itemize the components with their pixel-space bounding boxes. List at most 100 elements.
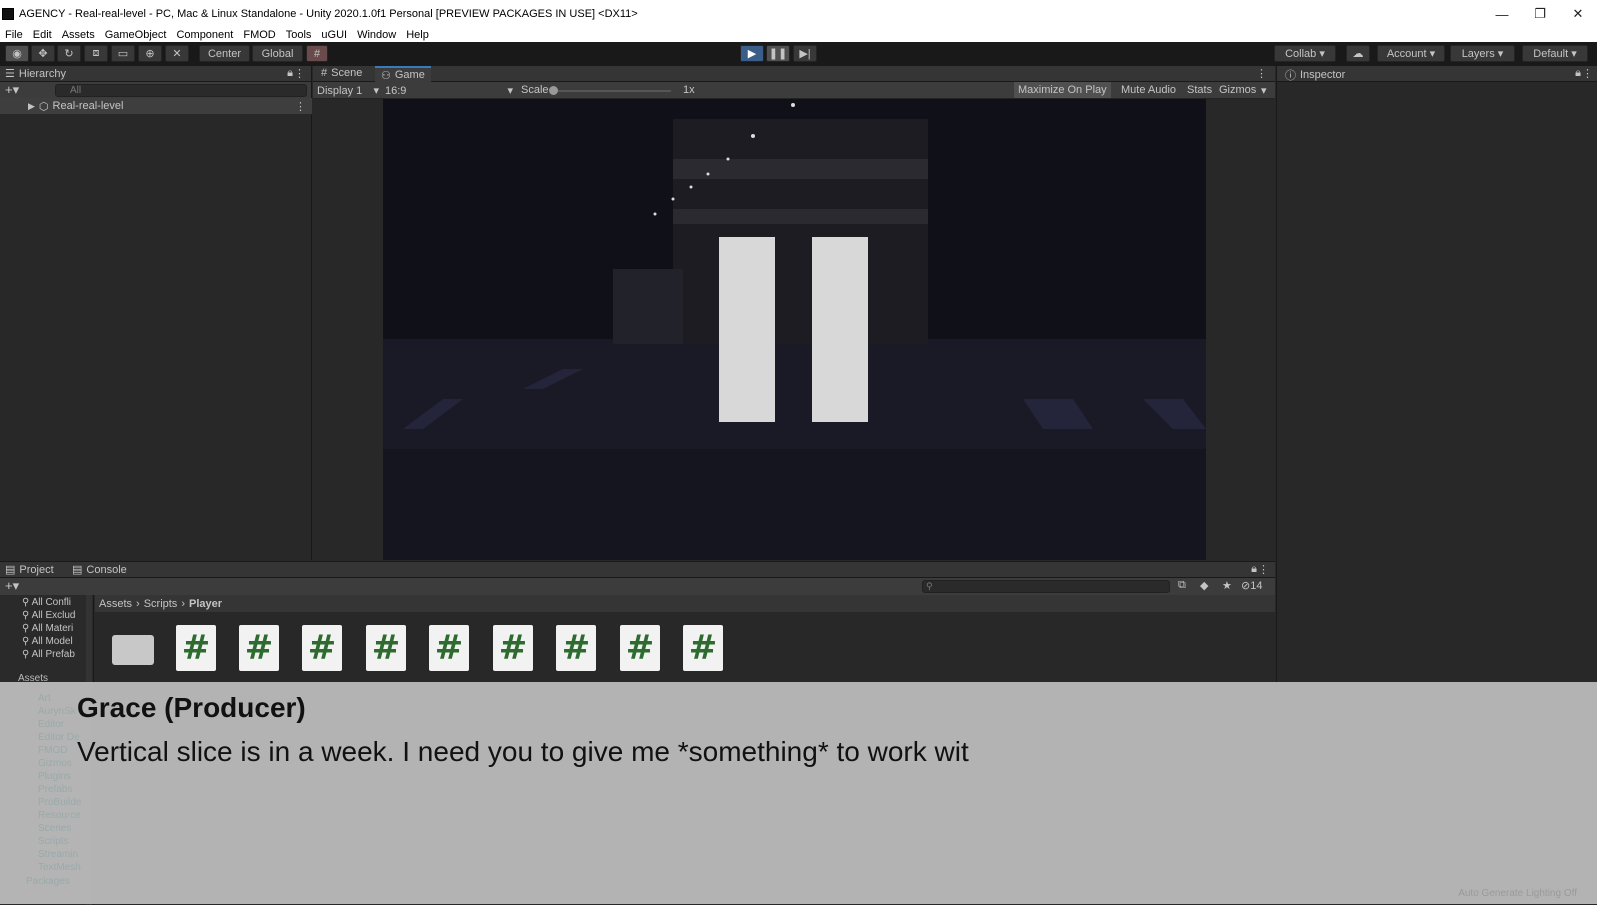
menu-edit[interactable]: Edit (28, 29, 57, 41)
favorite-item[interactable]: ⚲ All Confli (22, 597, 82, 608)
kebab-menu-icon[interactable]: ⋮ (294, 67, 305, 80)
tab-inspector[interactable]: ⓘ Inspector (1285, 67, 1345, 83)
view-tool-button[interactable]: ◉ (5, 45, 29, 62)
create-button[interactable]: +▾ (5, 82, 19, 98)
display-dropdown[interactable]: Display 1 ▾ (317, 83, 379, 98)
scale-tool-button[interactable]: ⧈ (84, 45, 108, 62)
asset-script[interactable]: # (302, 625, 346, 673)
pause-button[interactable]: ❚❚ (766, 45, 790, 62)
project-create-button[interactable]: +▾ (5, 578, 19, 594)
favorite-item[interactable]: ⚲ All Materi (22, 623, 82, 634)
tab-scene[interactable]: # Scene (321, 67, 362, 79)
move-tool-button[interactable]: ✥ (31, 45, 55, 62)
stats-toggle[interactable]: Stats (1187, 84, 1212, 96)
menu-help[interactable]: Help (401, 29, 434, 41)
tree-folder-item[interactable]: Scripts (38, 836, 84, 847)
inspector-lock-icon[interactable]: 🔒︎ (1575, 67, 1581, 80)
tab-console[interactable]: ▤ Console (72, 563, 127, 577)
rect-tool-button[interactable]: ▭ (111, 45, 135, 62)
menu-fmod[interactable]: FMOD (238, 29, 280, 41)
account-dropdown[interactable]: Account ▾ (1377, 45, 1445, 62)
tree-folder-item[interactable]: FMOD (38, 745, 84, 756)
asset-folder[interactable] (112, 625, 156, 673)
hierarchy-item[interactable]: ▶ ⬡ Real-real-level ⋮ (0, 98, 312, 114)
tree-folder-item[interactable]: AurynSk (38, 706, 84, 717)
pivot-center-button[interactable]: Center (199, 45, 250, 62)
game-viewport[interactable] (383, 99, 1206, 560)
item-menu-icon[interactable]: ⋮ (295, 100, 306, 113)
filter-label-icon[interactable]: ◆ (1200, 579, 1208, 592)
tree-folder-item[interactable]: TextMesh (38, 862, 84, 873)
asset-script[interactable]: # (493, 625, 537, 673)
gizmos-toggle[interactable]: Gizmos (1219, 84, 1256, 96)
collab-dropdown[interactable]: Collab ▾ (1274, 45, 1336, 62)
play-button[interactable]: ▶ (740, 45, 764, 62)
scale-slider-thumb[interactable] (549, 86, 558, 95)
menu-component[interactable]: Component (171, 29, 238, 41)
breadcrumb-assets[interactable]: Assets (99, 598, 132, 610)
favorite-item[interactable]: ⚲ All Prefab (22, 649, 82, 660)
hidden-packages-toggle[interactable]: ⊘14 (1241, 579, 1262, 592)
tree-folder-item[interactable]: Streamin (38, 849, 84, 860)
pivot-global-button[interactable]: Global (252, 45, 303, 62)
scale-slider[interactable] (549, 86, 671, 95)
tree-folder-item[interactable]: Plugins (38, 771, 84, 782)
menu-ugui[interactable]: uGUI (316, 29, 352, 41)
asset-script[interactable]: # (620, 625, 664, 673)
minimize-button[interactable]: — (1483, 0, 1521, 28)
menu-gameobject[interactable]: GameObject (100, 29, 172, 41)
layers-dropdown[interactable]: Layers ▾ (1450, 45, 1515, 62)
tree-folder-item[interactable]: Gizmos (38, 758, 84, 769)
favorite-item[interactable]: ⚲ All Exclud (22, 610, 82, 621)
step-button[interactable]: ▶| (793, 45, 817, 62)
rotate-tool-button[interactable]: ↻ (57, 45, 81, 62)
tab-hierarchy[interactable]: ☰ Hierarchy (5, 67, 66, 81)
transform-tool-button[interactable]: ⊕ (138, 45, 162, 62)
close-button[interactable]: ✕ (1559, 0, 1597, 28)
pause-overlay-bar-left (719, 237, 775, 422)
game-menu-icon[interactable]: ⋮ (1256, 67, 1267, 80)
grid-snap-button[interactable]: # (306, 45, 328, 62)
tree-packages[interactable]: Packages (26, 876, 70, 887)
project-lock-icon[interactable]: 🔒︎ (1251, 563, 1257, 576)
asset-script[interactable]: # (366, 625, 410, 673)
inspector-menu-icon[interactable]: ⋮ (1582, 67, 1593, 80)
custom-tool-button[interactable]: ✕ (165, 45, 189, 62)
menu-assets[interactable]: Assets (57, 29, 100, 41)
gizmos-dropdown-arrow[interactable]: ▾ (1261, 84, 1267, 97)
tree-folder-item[interactable]: Art (38, 693, 84, 704)
hierarchy-search-input[interactable]: All (55, 84, 307, 97)
menu-tools[interactable]: Tools (281, 29, 317, 41)
tab-project[interactable]: ▤ Project (5, 563, 54, 577)
menu-window[interactable]: Window (352, 29, 401, 41)
breadcrumb-scripts[interactable]: Scripts (144, 598, 178, 610)
tab-game[interactable]: ⚇ Game (375, 66, 431, 82)
project-search-input[interactable]: ⚲ (922, 580, 1170, 593)
menu-file[interactable]: File (0, 29, 28, 41)
asset-script[interactable]: # (176, 625, 220, 673)
aspect-dropdown[interactable]: 16:9 ▾ (385, 83, 513, 98)
tree-folder-item[interactable]: Editor (38, 719, 84, 730)
expand-arrow-icon[interactable]: ▶ (28, 101, 35, 112)
project-menu-icon[interactable]: ⋮ (1258, 563, 1269, 576)
mute-audio-toggle[interactable]: Mute Audio (1121, 84, 1176, 96)
lock-icon[interactable]: 🔒︎ (287, 67, 293, 80)
tree-folder-item[interactable]: Editor De (38, 732, 84, 743)
asset-script[interactable]: # (239, 625, 283, 673)
maximize-on-play-toggle[interactable]: Maximize On Play (1014, 82, 1111, 98)
maximize-button[interactable]: ❐ (1521, 0, 1559, 28)
tree-folder-item[interactable]: Scenes (38, 823, 84, 834)
favorite-star-icon[interactable]: ★ (1222, 579, 1232, 592)
asset-script[interactable]: # (683, 625, 727, 673)
dialogue-box[interactable]: Grace (Producer) Vertical slice is in a … (0, 682, 1597, 904)
layout-dropdown[interactable]: Default ▾ (1522, 45, 1588, 62)
asset-script[interactable]: # (429, 625, 473, 673)
favorite-item[interactable]: ⚲ All Model (22, 636, 82, 647)
tree-folder-item[interactable]: Resource (38, 810, 84, 821)
asset-script[interactable]: # (556, 625, 600, 673)
filter-type-icon[interactable]: ⧉ (1178, 579, 1186, 592)
cloud-button[interactable]: ☁ (1346, 45, 1370, 62)
tree-folder-item[interactable]: Prefabs (38, 784, 84, 795)
tree-folder-item[interactable]: ProBuilde (38, 797, 84, 808)
breadcrumb-player[interactable]: Player (189, 598, 222, 610)
